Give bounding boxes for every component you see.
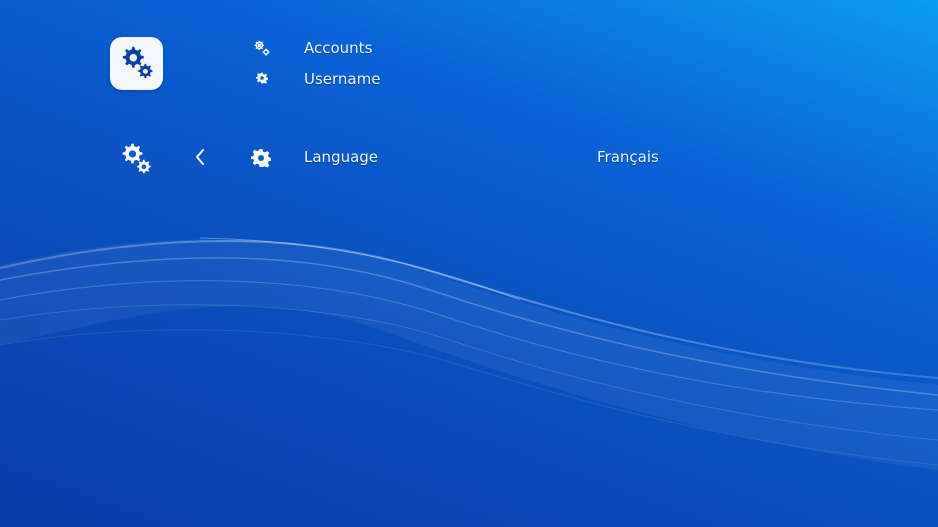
menu-item-label: Username (304, 70, 381, 88)
settings-gears-icon (118, 43, 156, 85)
menu-item-username[interactable]: Username (304, 70, 380, 88)
chevron-left-icon[interactable] (190, 146, 210, 168)
settings-app-tile[interactable] (110, 37, 163, 90)
gear-icon (250, 147, 272, 169)
menu-item-label: Accounts (304, 39, 373, 57)
menu-item-language[interactable]: Language (304, 148, 378, 166)
gears-icon (252, 38, 272, 58)
language-value[interactable]: Français (597, 148, 659, 166)
menu-item-accounts[interactable]: Accounts (304, 39, 372, 57)
gears-icon (117, 139, 155, 177)
menu-item-label: Language (304, 148, 379, 166)
gear-icon (255, 71, 269, 85)
